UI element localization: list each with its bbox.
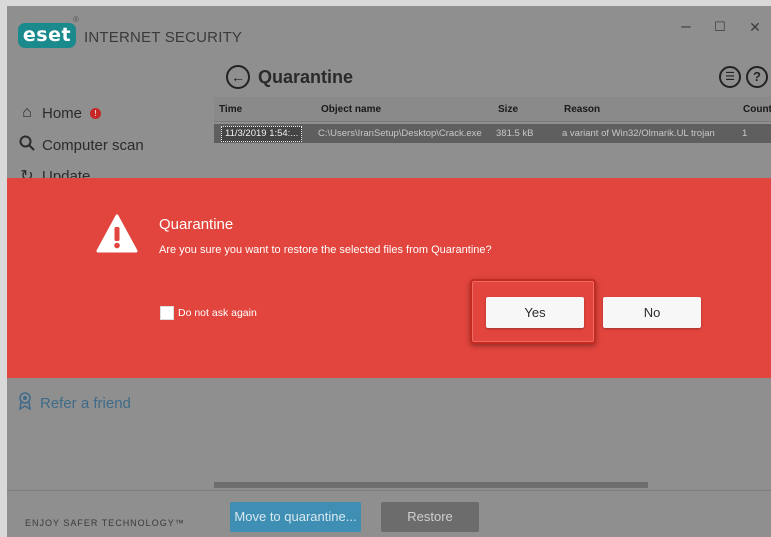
- search-icon: [18, 135, 36, 156]
- warning-icon: [96, 214, 138, 254]
- footer-divider: [7, 490, 771, 491]
- dialog-message: Are you sure you want to restore the sel…: [159, 244, 492, 256]
- cell-count: 1: [742, 128, 748, 139]
- list-menu-icon[interactable]: ☰: [719, 66, 741, 88]
- no-button[interactable]: No: [603, 297, 701, 328]
- badge-icon: [18, 392, 32, 414]
- cell-reason: a variant of Win32/Olmarik.UL trojan: [562, 128, 715, 139]
- column-header-reason[interactable]: Reason: [564, 104, 600, 115]
- registered-mark: ®: [73, 15, 79, 24]
- cell-object-name: C:\Users\IranSetup\Desktop\Crack.exe: [318, 128, 482, 139]
- column-header-object-name[interactable]: Object name: [321, 104, 381, 115]
- window-frame-top: [0, 0, 771, 6]
- eset-logo: eset: [18, 23, 76, 48]
- alert-badge: !: [90, 107, 102, 119]
- back-arrow-icon[interactable]: ←: [226, 65, 250, 89]
- help-icon[interactable]: ?: [746, 66, 768, 88]
- sidebar-item-home[interactable]: ⌂ Home !: [18, 104, 102, 122]
- restore-button[interactable]: Restore: [381, 502, 479, 532]
- dialog-title: Quarantine: [159, 216, 234, 233]
- table-header: [214, 97, 771, 122]
- tagline: ENJOY SAFER TECHNOLOGY™: [25, 518, 185, 528]
- sidebar-item-computer-scan[interactable]: Computer scan: [18, 135, 144, 156]
- horizontal-scrollbar[interactable]: [214, 482, 648, 488]
- move-to-quarantine-button[interactable]: Move to quarantine...: [230, 502, 361, 532]
- minimize-button[interactable]: –: [671, 16, 701, 36]
- window-frame-bottom: [0, 530, 771, 537]
- app-window: eset ® INTERNET SECURITY – ☐ ✕ ← Quarant…: [0, 0, 771, 537]
- refer-a-friend-link[interactable]: Refer a friend: [18, 392, 131, 414]
- page-title: Quarantine: [258, 67, 354, 87]
- sidebar-item-label: Home: [42, 104, 83, 122]
- sidebar-item-label: Computer scan: [42, 137, 144, 154]
- refer-a-friend-label: Refer a friend: [40, 394, 131, 412]
- close-button[interactable]: ✕: [740, 19, 770, 36]
- cell-time: 11/3/2019 1:54:...: [221, 126, 303, 142]
- column-header-time[interactable]: Time: [219, 104, 242, 115]
- checkbox-box[interactable]: [160, 306, 174, 320]
- column-header-size[interactable]: Size: [498, 104, 518, 115]
- home-icon: ⌂: [22, 104, 32, 121]
- column-header-count[interactable]: Count: [743, 104, 771, 115]
- yes-button[interactable]: Yes: [486, 297, 584, 328]
- maximize-button[interactable]: ☐: [705, 19, 735, 35]
- cell-size: 381.5 kB: [496, 128, 534, 139]
- checkbox-label: Do not ask again: [178, 307, 257, 319]
- do-not-ask-again-checkbox[interactable]: Do not ask again: [160, 306, 257, 320]
- confirmation-dialog: [7, 178, 771, 378]
- window-frame-left: [0, 0, 7, 537]
- product-name: INTERNET SECURITY: [84, 29, 243, 46]
